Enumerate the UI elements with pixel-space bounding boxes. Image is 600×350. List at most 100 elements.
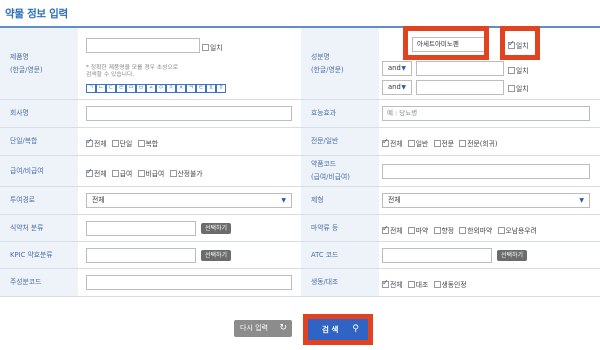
label-main-code: 주성분코드	[0, 269, 78, 296]
row-kpic-atc: KPIC 약효분류 선택하기 ATC 코드 선택하기	[0, 242, 600, 269]
mfds-class-input[interactable]	[86, 221, 196, 236]
checkbox[interactable]	[407, 280, 415, 288]
search-icon: ⚲	[352, 324, 359, 334]
single-combo-options: 전체 단일 복합	[86, 137, 161, 149]
efficacy-input[interactable]: 예 : 당뇨병	[382, 106, 590, 121]
ingredient-input-3[interactable]	[416, 80, 504, 95]
atc-select-button[interactable]: 선택하기	[497, 250, 528, 261]
jamo-button[interactable]: ㄱ	[86, 84, 96, 93]
narcotic-options: 전체 마약 향정 한외마약 오남용우려	[382, 224, 540, 236]
jamo-button[interactable]: ㅂ	[136, 84, 146, 93]
and-select-1[interactable]: and ▼	[382, 61, 412, 76]
page-title: 약물 정보 입력	[5, 8, 68, 20]
payment-options: 전체 급여 비급여 산정불가	[86, 167, 206, 179]
product-exact-checkbox[interactable]: 일치	[202, 42, 223, 52]
refresh-icon: ↻	[279, 323, 287, 333]
exact-box-2[interactable]	[508, 66, 515, 74]
single-combo-combo[interactable]: 복합	[137, 138, 158, 148]
label-prof-general: 전문/일반	[301, 128, 379, 155]
narcotic-psychotropic[interactable]: 향정	[433, 225, 454, 235]
prof-rare[interactable]: 전문(희귀)	[459, 138, 498, 148]
main-code-input[interactable]	[86, 275, 292, 290]
checkbox[interactable]	[137, 139, 145, 147]
bio-control[interactable]: 대조	[407, 279, 428, 289]
row-main-bio: 주성분코드 생동/대조 전체 대조 생동인정	[0, 269, 600, 297]
single-combo-single[interactable]: 단일	[111, 138, 132, 148]
checkbox[interactable]	[86, 137, 93, 147]
payment-unavailable[interactable]: 산정불가	[169, 168, 203, 178]
single-combo-all[interactable]: 전체	[86, 137, 107, 148]
payment-covered[interactable]: 급여	[111, 168, 132, 178]
jamo-button[interactable]: ㄷ	[106, 84, 116, 93]
jamo-button[interactable]: ㄹ	[116, 84, 126, 93]
kpic-select-button[interactable]: 선택하기	[201, 250, 232, 261]
product-name-input[interactable]	[86, 38, 200, 53]
checkbox[interactable]	[382, 137, 389, 147]
atc-input[interactable]	[382, 248, 492, 263]
jamo-button[interactable]: ㅇ	[156, 84, 166, 93]
product-exact-box[interactable]	[202, 43, 209, 51]
checkbox[interactable]	[169, 169, 177, 177]
label-mfds-class: 식약처 분류	[0, 215, 78, 241]
chevron-down-icon: ▼	[281, 197, 286, 204]
payment-all[interactable]: 전체	[86, 167, 107, 178]
jamo-button[interactable]: ㅎ	[216, 84, 226, 93]
checkbox[interactable]	[433, 139, 441, 147]
bio-all[interactable]: 전체	[382, 278, 403, 289]
exact-checkbox-3[interactable]: 일치	[508, 83, 529, 93]
company-input[interactable]	[86, 106, 292, 121]
label-efficacy: 효능효과	[301, 100, 379, 127]
drug-code-input[interactable]	[382, 164, 590, 179]
jamo-button[interactable]: ㅁ	[126, 84, 136, 93]
checkbox[interactable]	[382, 278, 389, 288]
and-select-2[interactable]: and ▼	[382, 80, 412, 95]
route-select[interactable]: 전체 ▼	[86, 193, 292, 208]
jamo-buttons: ㄱ ㄴ ㄷ ㄹ ㅁ ㅂ ㅅ ㅇ ㅈ ㅊ ㅋ ㅌ ㅍ ㅎ	[86, 84, 226, 93]
checkbox[interactable]	[382, 224, 389, 234]
row-payment-code: 급여/비급여 전체 급여 비급여 산정불가 약품코드 (급여/비급여)	[0, 156, 600, 187]
row-mfds-narcotic: 식약처 분류 선택하기 마약류 등 전체 마약 향정 한외마약 오남용우려	[0, 215, 600, 242]
narcotic-exempt[interactable]: 한외마약	[459, 225, 492, 235]
jamo-button[interactable]: ㅅ	[146, 84, 156, 93]
label-ingredient: 성분명 (한글/영문)	[301, 28, 379, 99]
highlight-exact	[500, 26, 540, 60]
prof-all[interactable]: 전체	[382, 137, 403, 148]
kpic-input[interactable]	[86, 248, 196, 263]
checkbox[interactable]	[407, 139, 415, 147]
exact-checkbox-2[interactable]: 일치	[508, 65, 529, 75]
checkbox[interactable]	[137, 169, 145, 177]
checkbox[interactable]	[459, 139, 467, 147]
checkbox[interactable]	[111, 139, 119, 147]
chevron-down-icon: ▼	[401, 84, 406, 91]
narcotic-misuse[interactable]: 오남용우려	[497, 225, 537, 235]
jamo-button[interactable]: ㅊ	[176, 84, 186, 93]
checkbox[interactable]	[407, 226, 415, 234]
label-narcotic: 마약류 등	[301, 215, 379, 241]
exact-box-3[interactable]	[508, 84, 515, 92]
checkbox[interactable]	[433, 280, 441, 288]
checkbox[interactable]	[86, 167, 93, 177]
jamo-button[interactable]: ㅌ	[196, 84, 206, 93]
bio-approved[interactable]: 생동인정	[433, 279, 467, 289]
form-select[interactable]: 전체 ▼	[382, 193, 590, 208]
jamo-button[interactable]: ㅋ	[186, 84, 196, 93]
payment-noncovered[interactable]: 비급여	[137, 168, 164, 178]
label-product-name: 제품명 (한글/영문)	[0, 28, 78, 99]
prof-general[interactable]: 일반	[407, 138, 428, 148]
search-button[interactable]: 검 색 ⚲	[308, 319, 368, 340]
checkbox[interactable]	[497, 226, 505, 234]
efficacy-placeholder: 예 : 당뇨병	[387, 109, 418, 117]
jamo-button[interactable]: ㅈ	[166, 84, 176, 93]
mfds-select-button[interactable]: 선택하기	[201, 223, 232, 234]
prof-professional[interactable]: 전문	[433, 138, 454, 148]
jamo-button[interactable]: ㄴ	[96, 84, 106, 93]
reset-button[interactable]: 다시 입력 ↻	[234, 320, 292, 337]
ingredient-input-2[interactable]	[416, 61, 504, 76]
jamo-button[interactable]: ㅍ	[206, 84, 216, 93]
checkbox[interactable]	[459, 226, 467, 234]
checkbox[interactable]	[433, 226, 441, 234]
checkbox[interactable]	[111, 169, 119, 177]
product-exact-label: 일치	[210, 44, 223, 52]
narcotic-narcotic[interactable]: 마약	[407, 225, 428, 235]
narcotic-all[interactable]: 전체	[382, 224, 403, 235]
